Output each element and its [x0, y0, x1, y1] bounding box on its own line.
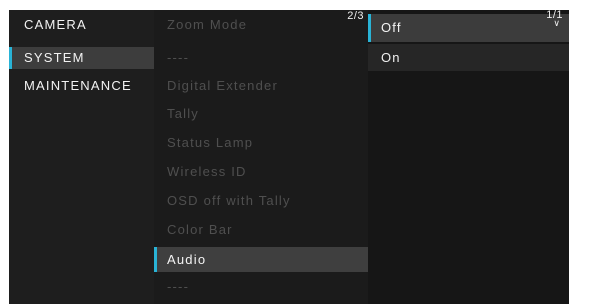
category-system[interactable]: SYSTEM: [9, 47, 154, 69]
menu-item-audio[interactable]: Audio: [154, 247, 368, 272]
menu-item-status-lamp[interactable]: Status Lamp: [154, 132, 368, 154]
menu-item-separator: ----: [167, 279, 190, 294]
chevron-down-icon: ∨: [553, 18, 560, 28]
category-camera[interactable]: CAMERA: [9, 14, 154, 36]
menu-item-wireless-id[interactable]: Wireless ID: [154, 161, 368, 183]
category-column: CAMERA SYSTEM MAINTENANCE: [9, 10, 154, 304]
option-on[interactable]: On: [368, 44, 569, 71]
system-items-column: Zoom Mode ---- Digital Extender Tally St…: [154, 10, 368, 304]
menu-item-separator: ----: [167, 50, 190, 65]
camera-osd-menu: CAMERA SYSTEM MAINTENANCE Zoom Mode ----…: [9, 10, 569, 304]
menu-item-zoom-mode[interactable]: Zoom Mode: [154, 14, 368, 36]
option-off[interactable]: Off: [368, 14, 569, 42]
menu-item-digital-extender[interactable]: Digital Extender: [154, 75, 368, 97]
page-indicator: 2/3: [347, 10, 364, 22]
menu-item-color-bar[interactable]: Color Bar: [154, 219, 368, 241]
menu-item-tally[interactable]: Tally: [154, 103, 368, 125]
menu-item-osd-off-with-tally[interactable]: OSD off with Tally: [154, 190, 368, 212]
options-column: Off On 1/1 ∨: [368, 10, 569, 304]
category-maintenance[interactable]: MAINTENANCE: [9, 75, 154, 97]
